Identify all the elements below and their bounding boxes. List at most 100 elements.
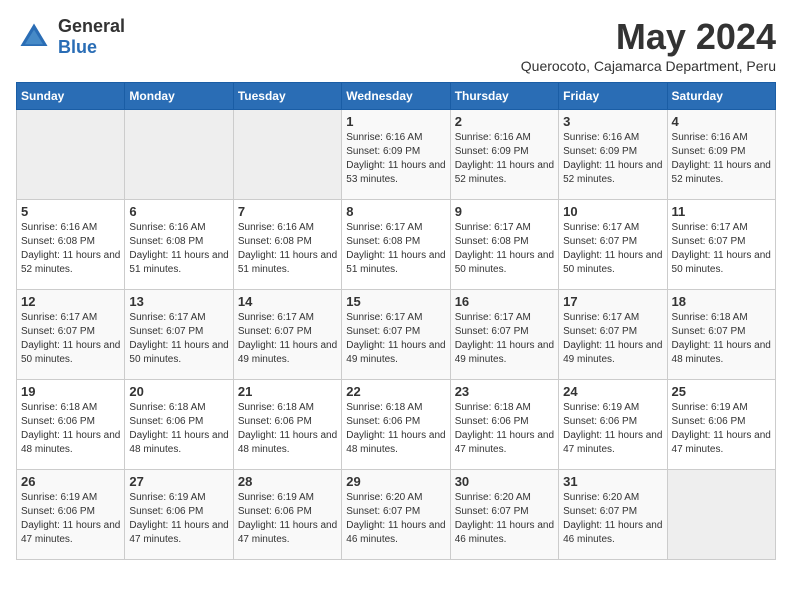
day-info: Sunrise: 6:16 AM Sunset: 6:09 PM Dayligh… xyxy=(455,131,554,187)
day-number: 29 xyxy=(346,474,445,489)
day-number: 4 xyxy=(672,114,771,129)
day-number: 6 xyxy=(129,204,228,219)
calendar-cell: 30 Sunrise: 6:20 AM Sunset: 6:07 PM Dayli… xyxy=(450,470,558,560)
month-title: May 2024 xyxy=(521,16,776,58)
logo-icon xyxy=(16,19,52,55)
day-info: Sunrise: 6:17 AM Sunset: 6:07 PM Dayligh… xyxy=(563,221,662,277)
day-number: 26 xyxy=(21,474,120,489)
calendar-cell: 14 Sunrise: 6:17 AM Sunset: 6:07 PM Dayli… xyxy=(233,290,341,380)
day-info: Sunrise: 6:18 AM Sunset: 6:07 PM Dayligh… xyxy=(672,311,771,367)
day-info: Sunrise: 6:16 AM Sunset: 6:08 PM Dayligh… xyxy=(21,221,120,277)
calendar-cell: 2 Sunrise: 6:16 AM Sunset: 6:09 PM Daylig… xyxy=(450,110,558,200)
day-number: 24 xyxy=(563,384,662,399)
day-number: 13 xyxy=(129,294,228,309)
calendar-cell: 24 Sunrise: 6:19 AM Sunset: 6:06 PM Dayli… xyxy=(559,380,667,470)
calendar-cell: 28 Sunrise: 6:19 AM Sunset: 6:06 PM Dayli… xyxy=(233,470,341,560)
day-info: Sunrise: 6:16 AM Sunset: 6:09 PM Dayligh… xyxy=(672,131,771,187)
calendar-cell xyxy=(125,110,233,200)
day-number: 30 xyxy=(455,474,554,489)
calendar-cell: 27Sunrise: 6:19 AM Sunset: 6:06 PM Dayli… xyxy=(125,470,233,560)
day-number: 1 xyxy=(346,114,445,129)
day-header-friday: Friday xyxy=(559,83,667,110)
day-info: Sunrise: 6:17 AM Sunset: 6:08 PM Dayligh… xyxy=(455,221,554,277)
calendar-cell: 31 Sunrise: 6:20 AM Sunset: 6:07 PM Dayli… xyxy=(559,470,667,560)
calendar-cell xyxy=(233,110,341,200)
calendar-cell: 25Sunrise: 6:19 AM Sunset: 6:06 PM Dayli… xyxy=(667,380,775,470)
day-number: 2 xyxy=(455,114,554,129)
day-number: 25 xyxy=(672,384,771,399)
calendar-cell: 3Sunrise: 6:16 AM Sunset: 6:09 PM Daylig… xyxy=(559,110,667,200)
day-info: Sunrise: 6:19 AM Sunset: 6:06 PM Dayligh… xyxy=(21,491,120,547)
day-number: 5 xyxy=(21,204,120,219)
day-info: Sunrise: 6:17 AM Sunset: 6:07 PM Dayligh… xyxy=(21,311,120,367)
day-number: 22 xyxy=(346,384,445,399)
day-info: Sunrise: 6:16 AM Sunset: 6:08 PM Dayligh… xyxy=(129,221,228,277)
calendar-cell: 13 Sunrise: 6:17 AM Sunset: 6:07 PM Dayli… xyxy=(125,290,233,380)
day-number: 15 xyxy=(346,294,445,309)
day-number: 14 xyxy=(238,294,337,309)
calendar-cell xyxy=(17,110,125,200)
calendar-cell: 11Sunrise: 6:17 AM Sunset: 6:07 PM Dayli… xyxy=(667,200,775,290)
day-info: Sunrise: 6:18 AM Sunset: 6:06 PM Dayligh… xyxy=(21,401,120,457)
calendar-week-2: 5 Sunrise: 6:16 AM Sunset: 6:08 PM Daylig… xyxy=(17,200,776,290)
day-number: 21 xyxy=(238,384,337,399)
day-header-wednesday: Wednesday xyxy=(342,83,450,110)
day-number: 31 xyxy=(563,474,662,489)
day-info: Sunrise: 6:17 AM Sunset: 6:07 PM Dayligh… xyxy=(129,311,228,367)
day-info: Sunrise: 6:19 AM Sunset: 6:06 PM Dayligh… xyxy=(563,401,662,457)
day-info: Sunrise: 6:17 AM Sunset: 6:07 PM Dayligh… xyxy=(238,311,337,367)
calendar-cell: 23 Sunrise: 6:18 AM Sunset: 6:06 PM Dayli… xyxy=(450,380,558,470)
day-info: Sunrise: 6:19 AM Sunset: 6:06 PM Dayligh… xyxy=(129,491,228,547)
calendar-cell: 18 Sunrise: 6:18 AM Sunset: 6:07 PM Dayli… xyxy=(667,290,775,380)
day-info: Sunrise: 6:18 AM Sunset: 6:06 PM Dayligh… xyxy=(129,401,228,457)
title-section: May 2024 Querocoto, Cajamarca Department… xyxy=(521,16,776,74)
calendar-week-3: 12Sunrise: 6:17 AM Sunset: 6:07 PM Dayli… xyxy=(17,290,776,380)
calendar-cell: 21 Sunrise: 6:18 AM Sunset: 6:06 PM Dayli… xyxy=(233,380,341,470)
calendar-cell: 22Sunrise: 6:18 AM Sunset: 6:06 PM Dayli… xyxy=(342,380,450,470)
day-header-saturday: Saturday xyxy=(667,83,775,110)
day-number: 28 xyxy=(238,474,337,489)
logo-blue-text: Blue xyxy=(58,37,125,58)
day-info: Sunrise: 6:16 AM Sunset: 6:09 PM Dayligh… xyxy=(563,131,662,187)
calendar-body: 1 Sunrise: 6:16 AM Sunset: 6:09 PM Daylig… xyxy=(17,110,776,560)
day-number: 19 xyxy=(21,384,120,399)
day-number: 23 xyxy=(455,384,554,399)
calendar-table: SundayMondayTuesdayWednesdayThursdayFrid… xyxy=(16,82,776,560)
calendar-cell: 17Sunrise: 6:17 AM Sunset: 6:07 PM Dayli… xyxy=(559,290,667,380)
calendar-week-4: 19 Sunrise: 6:18 AM Sunset: 6:06 PM Dayli… xyxy=(17,380,776,470)
calendar-week-1: 1 Sunrise: 6:16 AM Sunset: 6:09 PM Daylig… xyxy=(17,110,776,200)
day-number: 18 xyxy=(672,294,771,309)
day-info: Sunrise: 6:16 AM Sunset: 6:09 PM Dayligh… xyxy=(346,131,445,187)
calendar-week-5: 26 Sunrise: 6:19 AM Sunset: 6:06 PM Dayli… xyxy=(17,470,776,560)
day-number: 16 xyxy=(455,294,554,309)
calendar-cell: 20 Sunrise: 6:18 AM Sunset: 6:06 PM Dayli… xyxy=(125,380,233,470)
day-header-thursday: Thursday xyxy=(450,83,558,110)
logo-general-text: General xyxy=(58,16,125,37)
day-info: Sunrise: 6:20 AM Sunset: 6:07 PM Dayligh… xyxy=(455,491,554,547)
day-info: Sunrise: 6:19 AM Sunset: 6:06 PM Dayligh… xyxy=(238,491,337,547)
day-info: Sunrise: 6:17 AM Sunset: 6:07 PM Dayligh… xyxy=(346,311,445,367)
day-number: 9 xyxy=(455,204,554,219)
page-header: General Blue May 2024 Querocoto, Cajamar… xyxy=(16,16,776,74)
calendar-cell: 10Sunrise: 6:17 AM Sunset: 6:07 PM Dayli… xyxy=(559,200,667,290)
day-header-sunday: Sunday xyxy=(17,83,125,110)
day-number: 7 xyxy=(238,204,337,219)
calendar-cell: 29Sunrise: 6:20 AM Sunset: 6:07 PM Dayli… xyxy=(342,470,450,560)
logo: General Blue xyxy=(16,16,125,58)
location-text: Querocoto, Cajamarca Department, Peru xyxy=(521,58,776,74)
calendar-cell xyxy=(667,470,775,560)
day-header-monday: Monday xyxy=(125,83,233,110)
day-number: 8 xyxy=(346,204,445,219)
day-number: 11 xyxy=(672,204,771,219)
day-info: Sunrise: 6:17 AM Sunset: 6:07 PM Dayligh… xyxy=(455,311,554,367)
day-info: Sunrise: 6:18 AM Sunset: 6:06 PM Dayligh… xyxy=(455,401,554,457)
calendar-cell: 9 Sunrise: 6:17 AM Sunset: 6:08 PM Daylig… xyxy=(450,200,558,290)
day-info: Sunrise: 6:20 AM Sunset: 6:07 PM Dayligh… xyxy=(563,491,662,547)
day-header-tuesday: Tuesday xyxy=(233,83,341,110)
calendar-cell: 26 Sunrise: 6:19 AM Sunset: 6:06 PM Dayli… xyxy=(17,470,125,560)
day-number: 20 xyxy=(129,384,228,399)
logo-text: General Blue xyxy=(58,16,125,58)
calendar-cell: 6 Sunrise: 6:16 AM Sunset: 6:08 PM Daylig… xyxy=(125,200,233,290)
day-info: Sunrise: 6:18 AM Sunset: 6:06 PM Dayligh… xyxy=(238,401,337,457)
calendar-cell: 8Sunrise: 6:17 AM Sunset: 6:08 PM Daylig… xyxy=(342,200,450,290)
